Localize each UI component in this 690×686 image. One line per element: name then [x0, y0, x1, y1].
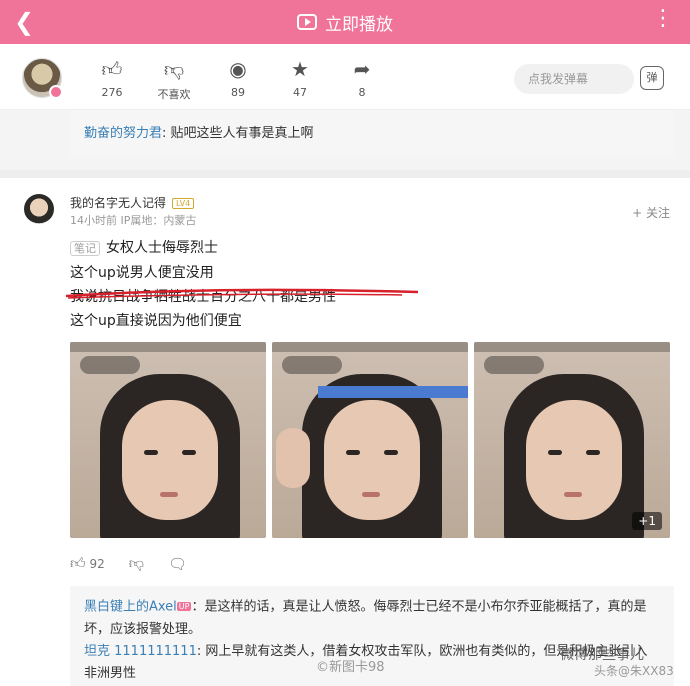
red-underline-annotation — [65, 288, 419, 299]
more-images-badge[interactable]: +1 — [632, 512, 662, 530]
comment-image-3[interactable]: +1 — [474, 342, 670, 538]
face-shape — [324, 400, 420, 520]
watermark-right-bottom: 头条@朱XX83 — [594, 664, 674, 678]
commenter-name-text: 我的名字无人记得 — [70, 196, 167, 210]
commenter-avatar[interactable] — [24, 194, 54, 224]
face-shape — [122, 400, 218, 520]
thumb-down-icon[interactable]: 👎︎ — [129, 554, 144, 573]
favorite-button[interactable]: ★ 47 — [270, 58, 330, 99]
follow-button[interactable]: + 关注 — [632, 204, 670, 221]
mouth-shape — [362, 492, 380, 497]
coin-button[interactable]: ◉ 89 — [208, 58, 268, 99]
eye-shape — [548, 450, 562, 455]
comment-ip: IP属地：内蒙古 — [120, 214, 197, 227]
mouth-shape — [564, 492, 582, 497]
favorite-count: 47 — [293, 86, 307, 99]
comment-line-text: 女权人士侮辱烈士 — [106, 240, 218, 256]
live-chip — [282, 356, 342, 374]
uploader-avatar[interactable] — [22, 58, 63, 99]
like-count: 276 — [101, 86, 123, 99]
comment-time: 14小时前 — [70, 214, 117, 227]
phone-status-bar — [70, 342, 266, 352]
top-bar: ❮ 立即播放 ⋮ — [0, 0, 690, 44]
dislike-label: 不喜欢 — [157, 88, 191, 101]
watermark-right-top: 微博那些事儿 — [560, 647, 644, 663]
comment-card: 我的名字无人记得 LV4 14小时前 IP属地：内蒙古 + 关注 笔记 女权人士侮辱… — [0, 178, 690, 686]
thumb-down-icon: 👎︎ — [163, 57, 185, 81]
eye-shape — [346, 450, 360, 455]
comment-line: 这个up说男人便宜没用 — [70, 265, 214, 281]
comment-icon[interactable]: 🗨︎ — [168, 555, 187, 573]
vip-badge — [49, 85, 63, 99]
thumb-up-icon: 👍︎ — [70, 554, 86, 572]
play-now-label: 立即播放 — [325, 14, 393, 35]
comment-like-count: 92 — [89, 557, 105, 571]
reply-preview[interactable]: 勤奋的努力君: 贴吧这些人有事是真上啊 — [70, 110, 674, 156]
share-button[interactable]: ➦ 8 — [332, 58, 392, 99]
share-count: 8 — [358, 86, 366, 99]
watermark-center: ©新图卡98 — [316, 660, 385, 675]
comment-meta: 14小时前 IP属地：内蒙古 — [70, 212, 196, 228]
eye-shape — [586, 450, 600, 455]
comment-like-button[interactable]: 👍︎ 92 — [70, 554, 105, 573]
comment-image-1[interactable] — [70, 342, 266, 538]
hand-shape — [276, 428, 310, 488]
face-shape — [526, 400, 622, 520]
action-bar: 👍︎ 276 👎︎ 不喜欢 ◉ 89 ★ 47 ➦ 8 点我发弹幕 弹 — [0, 44, 690, 110]
reply-username[interactable]: 黑白键上的Axel — [84, 600, 177, 615]
reply-item[interactable]: 黑白键上的Axel UP ：是这样的话，真是让人愤怒。侮辱烈士已经不是小布尔乔亚能概… — [84, 596, 660, 641]
live-chip — [80, 356, 140, 374]
eye-shape — [182, 450, 196, 455]
divider — [0, 170, 690, 178]
blue-banner — [318, 386, 468, 398]
live-chip — [484, 356, 544, 374]
reply-username[interactable]: 勤奋的努力君 — [84, 126, 162, 141]
more-vertical-icon[interactable]: ⋮ — [652, 6, 674, 31]
coin-count: 89 — [231, 86, 245, 99]
share-icon: ➦ — [353, 57, 371, 81]
chevron-left-icon[interactable]: ❮ — [14, 8, 34, 36]
comment-line: 这个up直接说因为他们便宜 — [70, 313, 242, 329]
eye-shape — [384, 450, 398, 455]
play-now-button[interactable]: 立即播放 — [297, 10, 393, 35]
coin-icon: ◉ — [229, 57, 247, 81]
eye-shape — [144, 450, 158, 455]
like-button[interactable]: 👍︎ 276 — [82, 58, 142, 99]
phone-status-bar — [474, 342, 670, 352]
thumb-up-icon: 👍︎ — [101, 57, 123, 81]
comment-actions: 👍︎ 92 👎︎ 🗨︎ — [70, 554, 187, 573]
phone-status-bar — [272, 342, 468, 352]
star-icon: ★ — [291, 57, 309, 81]
danmaku-toggle-button[interactable]: 弹 — [640, 66, 664, 90]
reply-text: : 贴吧这些人有事是真上啊 — [162, 126, 314, 141]
commenter-name[interactable]: 我的名字无人记得 LV4 — [70, 194, 195, 211]
reply-username[interactable]: 坦克 1111111111 — [84, 644, 197, 659]
level-badge: LV4 — [172, 198, 195, 209]
danmaku-input[interactable]: 点我发弹幕 — [514, 64, 634, 94]
mouth-shape — [160, 492, 178, 497]
comment-line: 笔记 女权人士侮辱烈士 — [70, 236, 670, 261]
tv-play-icon — [297, 14, 317, 30]
comment-image-2[interactable] — [272, 342, 468, 538]
dislike-button[interactable]: 👎︎ 不喜欢 — [144, 58, 204, 102]
note-tag: 笔记 — [70, 241, 100, 256]
up-tag: UP — [176, 602, 192, 611]
